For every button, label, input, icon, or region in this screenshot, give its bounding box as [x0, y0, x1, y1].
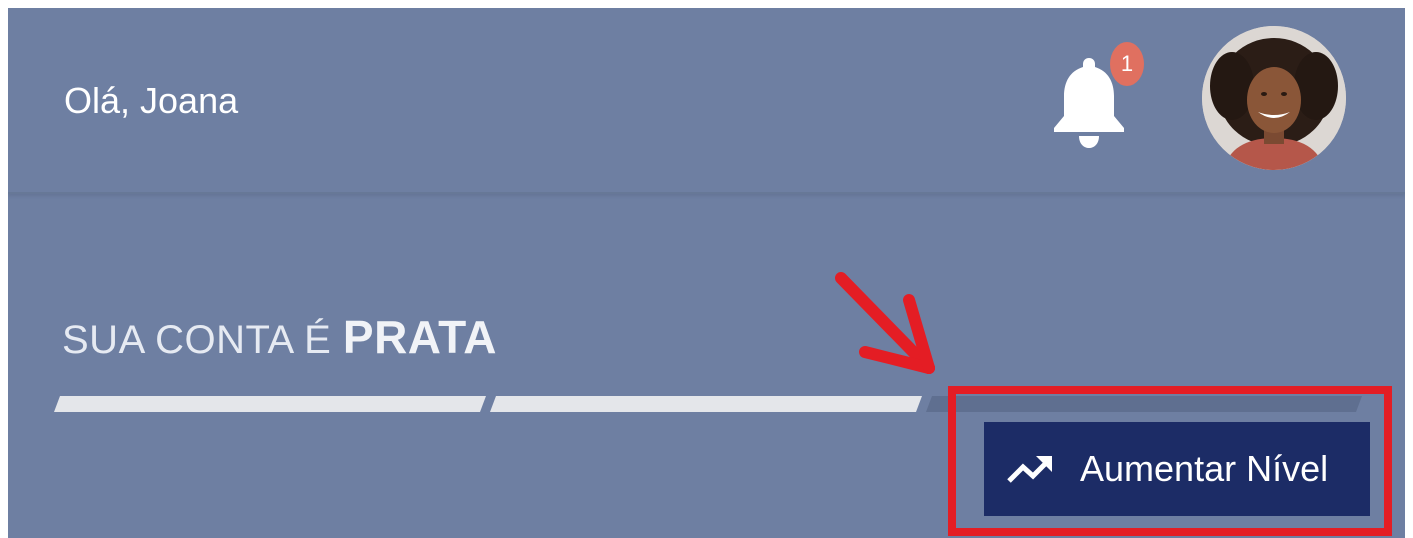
- notification-badge: 1: [1110, 42, 1144, 86]
- avatar-icon: [1202, 26, 1346, 170]
- greeting-text: Olá, Joana: [64, 80, 239, 121]
- app-panel: Olá, Joana 1 SUA CONTA É PRATA Aumentar …: [8, 8, 1405, 538]
- account-level-value: PRATA: [342, 311, 498, 363]
- progress-segment-3: [926, 396, 1362, 412]
- top-header: Olá, Joana 1: [8, 8, 1405, 194]
- increase-level-button[interactable]: Aumentar Nível: [984, 422, 1370, 516]
- increase-level-label: Aumentar Nível: [1080, 448, 1329, 489]
- progress-segment-1: [54, 396, 486, 412]
- trending-up-icon: [1007, 456, 1052, 483]
- account-level-label: SUA CONTA É PRATA: [62, 310, 497, 364]
- level-progress-bar: [54, 396, 1362, 412]
- account-level-prefix: SUA CONTA É: [62, 318, 332, 362]
- notifications-button[interactable]: 1: [1044, 42, 1144, 150]
- annotation-arrow-icon: [835, 272, 935, 374]
- user-avatar[interactable]: [1202, 26, 1346, 170]
- progress-segment-2: [490, 396, 922, 412]
